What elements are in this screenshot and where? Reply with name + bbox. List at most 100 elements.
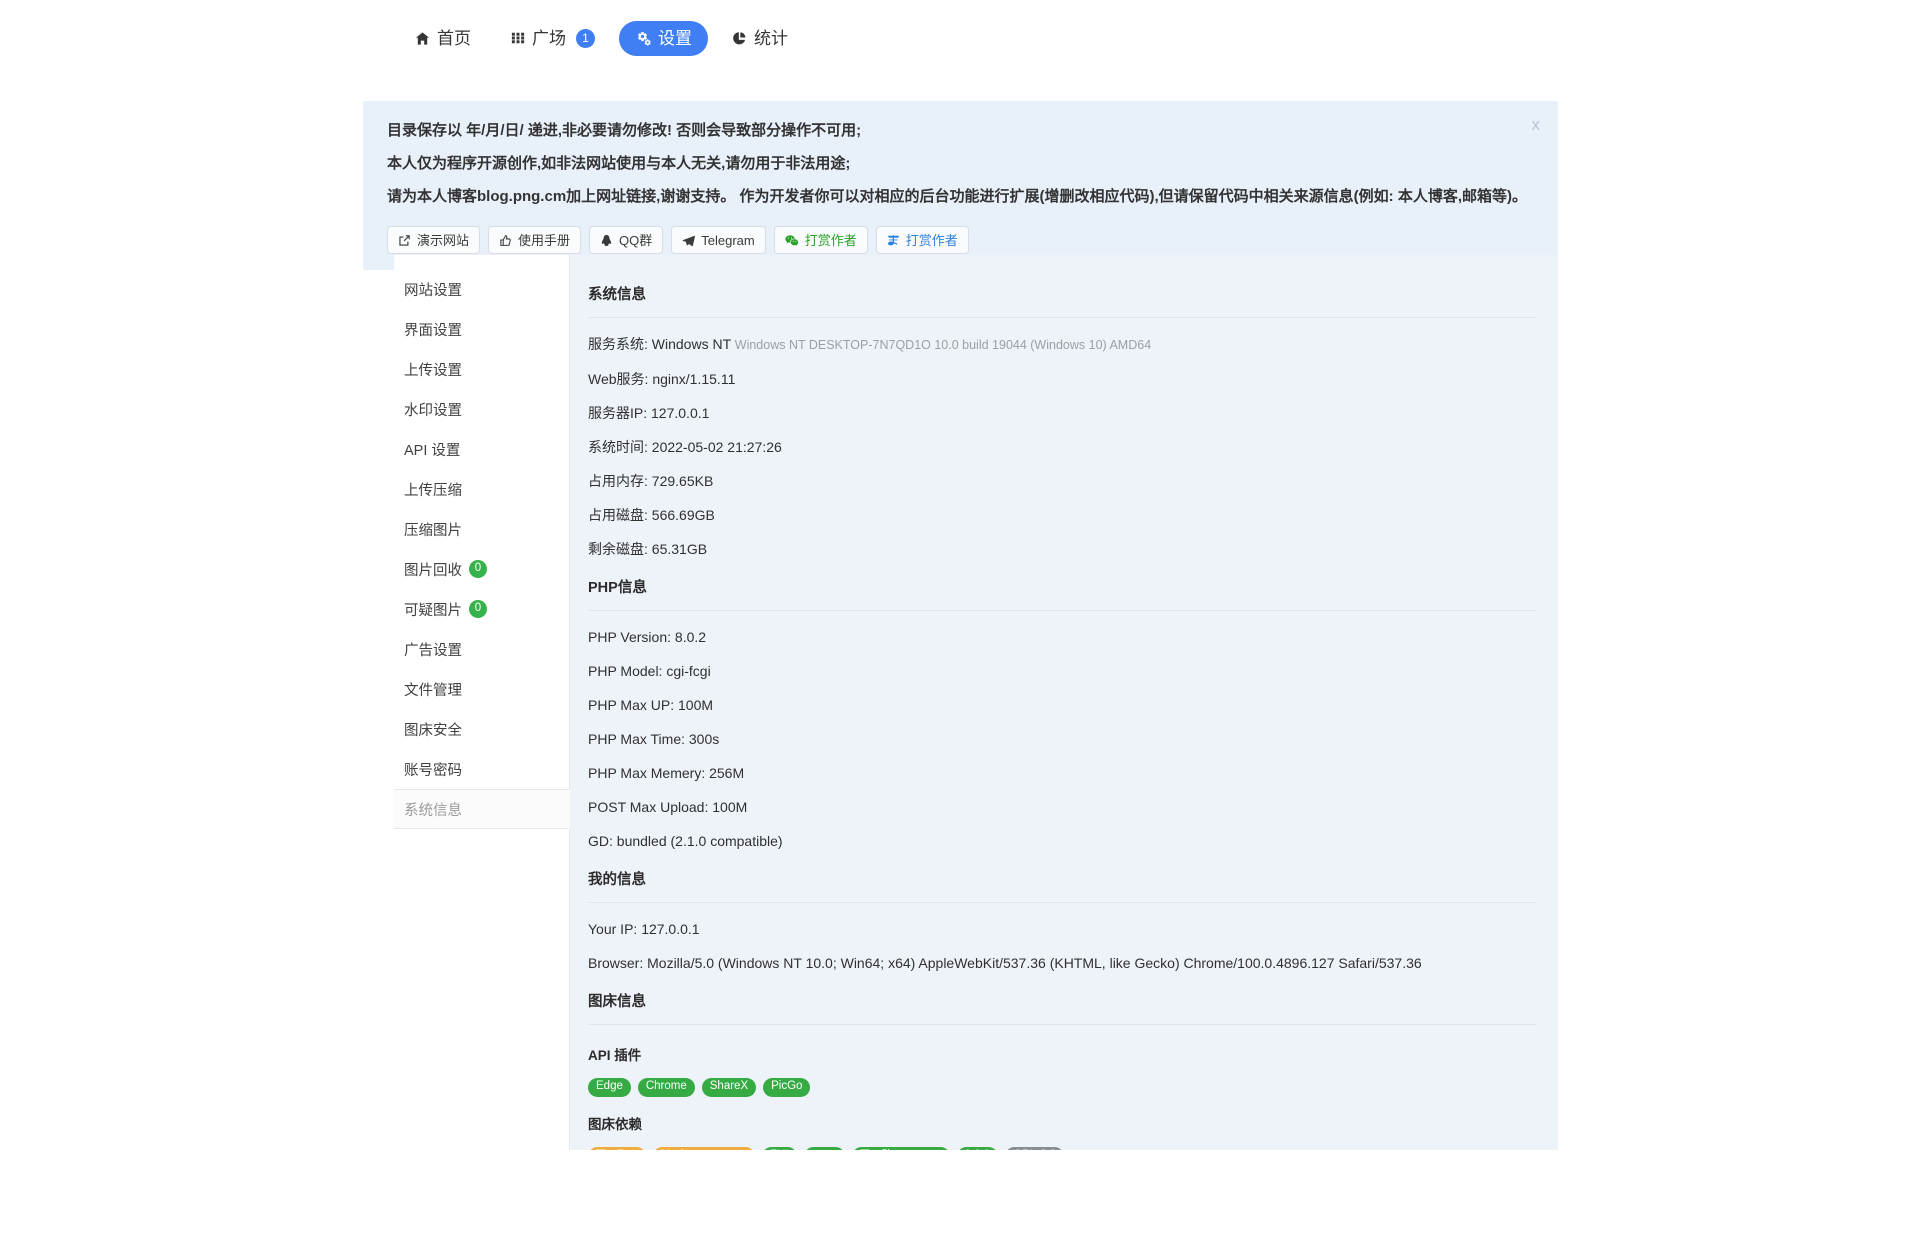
info-value: 566.69GB bbox=[651, 506, 715, 523]
notice-line-2: 本人仅为程序开源创作,如非法网站使用与本人无关,请勿用于非法用途; bbox=[387, 155, 851, 172]
tag-picgo[interactable]: PicGo bbox=[763, 1077, 811, 1097]
sidebar-item-label: 系统信息 bbox=[404, 802, 462, 819]
sidebar-item-label: 水印设置 bbox=[404, 402, 462, 419]
sidebar-item-gallery-security[interactable]: 图床安全 bbox=[394, 709, 569, 749]
nav-item-home[interactable]: 首页 bbox=[399, 21, 487, 56]
tag-edge[interactable]: Edge bbox=[588, 1077, 631, 1097]
home-icon bbox=[415, 31, 430, 46]
demo-site-button[interactable]: 演示网站 bbox=[387, 226, 481, 254]
info-label: POST Max Upload: bbox=[588, 798, 709, 815]
info-value: nginx/1.15.11 bbox=[652, 370, 736, 387]
qq-group-button[interactable]: QQ群 bbox=[589, 226, 664, 254]
nav-item-settings-label: 设置 bbox=[658, 28, 692, 48]
sidebar-item-badge: 0 bbox=[469, 600, 487, 618]
subtitle-dependencies: 图床依赖 bbox=[588, 1116, 642, 1132]
info-row-disk-free: 剩余磁盘: 65.31GB bbox=[588, 542, 1536, 556]
info-label: Web服务: bbox=[588, 370, 649, 387]
telegram-button[interactable]: Telegram bbox=[671, 226, 766, 254]
info-row-your-ip: Your IP: 127.0.0.1 bbox=[588, 922, 1536, 936]
section-title-php: PHP信息 bbox=[588, 576, 1536, 611]
manual-label: 使用手册 bbox=[518, 232, 571, 248]
tag-sharex[interactable]: ShareX bbox=[701, 1077, 757, 1097]
sidebar-item-label: 界面设置 bbox=[404, 322, 462, 339]
sidebar-item-image-recycle[interactable]: 图片回收 0 bbox=[394, 549, 569, 589]
settings-content: 系统信息 服务系统: Windows NT Windows NT DESKTOP… bbox=[570, 255, 1558, 1150]
info-row-php-model: PHP Model: cgi-fcgi bbox=[588, 664, 1536, 678]
sidebar-item-compress-image[interactable]: 压缩图片 bbox=[394, 509, 569, 549]
sidebar-item-system-info[interactable]: 系统信息 bbox=[394, 789, 570, 829]
nav-item-settings[interactable]: 设置 bbox=[619, 20, 708, 56]
nav-item-plaza[interactable]: 广场 1 bbox=[495, 20, 611, 57]
info-row-php-max-up: PHP Max UP: 100M bbox=[588, 698, 1536, 712]
info-value: 8.0.2 bbox=[674, 628, 707, 645]
grid-icon bbox=[511, 31, 525, 45]
manual-button[interactable]: 使用手册 bbox=[488, 226, 582, 254]
info-label: Browser: bbox=[588, 954, 644, 971]
tag-zui[interactable]: ZUI bbox=[762, 1146, 797, 1150]
tag-verot[interactable]: verot bbox=[803, 1146, 846, 1150]
info-value: Windows NT bbox=[651, 336, 731, 352]
donate-wechat-button[interactable]: 打赏作者 bbox=[773, 226, 868, 254]
info-row-system-time: 系统时间: 2022-05-02 21:27:26 bbox=[588, 440, 1536, 454]
nav-item-statistics[interactable]: 统计 bbox=[716, 21, 804, 56]
alipay-icon bbox=[887, 234, 900, 247]
section-title-system: 系统信息 bbox=[588, 283, 1536, 318]
sidebar-item-ui-settings[interactable]: 界面设置 bbox=[394, 309, 569, 349]
info-value: bundled (2.1.0 compatible) bbox=[616, 832, 783, 849]
app-root: 首页 广场 1 设置 统计 x 目录保存以 年/月/日/ 递进,非必要请勿修改!… bbox=[0, 0, 1920, 1254]
sidebar-item-ad-settings[interactable]: 广告设置 bbox=[394, 629, 569, 669]
qq-penguin-icon bbox=[600, 234, 613, 247]
info-label: 系统时间: bbox=[588, 438, 648, 455]
section-title-gallery: 图床信息 bbox=[588, 990, 1536, 1025]
sidebar-item-label: API 设置 bbox=[404, 442, 461, 459]
info-label: 服务器IP: bbox=[588, 404, 648, 421]
tag-chrome[interactable]: Chrome bbox=[637, 1077, 695, 1097]
info-label: GD: bbox=[588, 832, 613, 849]
info-label: PHP Max Memery: bbox=[588, 764, 706, 781]
tag-license[interactable]: GPL-2.0 bbox=[1005, 1146, 1064, 1150]
sidebar-item-upload-settings[interactable]: 上传设置 bbox=[394, 349, 569, 389]
donate-wechat-label: 打赏作者 bbox=[804, 232, 857, 248]
info-row-os: 服务系统: Windows NT Windows NT DESKTOP-7N7Q… bbox=[588, 337, 1536, 352]
sidebar-item-suspicious-images[interactable]: 可疑图片 0 bbox=[394, 589, 569, 629]
sidebar-item-label: 压缩图片 bbox=[404, 522, 462, 539]
info-value: 729.65KB bbox=[651, 472, 714, 489]
sidebar-item-label: 可疑图片 bbox=[404, 602, 462, 619]
close-icon[interactable]: x bbox=[1532, 116, 1541, 133]
sidebar-item-label: 图床安全 bbox=[404, 722, 462, 739]
sidebar-item-upload-compression[interactable]: 上传压缩 bbox=[394, 469, 569, 509]
sidebar-item-watermark-settings[interactable]: 水印设置 bbox=[394, 389, 569, 429]
tag-moderatecontent[interactable]: Moderatecontent bbox=[652, 1146, 756, 1150]
notice-line-3: 请为本人博客blog.png.cm加上网址链接,谢谢支持。 作为开发者你可以对相… bbox=[387, 188, 1527, 205]
tag-tinypng[interactable]: TinyPng bbox=[588, 1146, 646, 1150]
donate-alipay-button[interactable]: 打赏作者 bbox=[875, 226, 969, 254]
sidebar-item-label: 文件管理 bbox=[404, 682, 462, 699]
info-label: PHP Max Time: bbox=[588, 730, 685, 747]
sidebar-item-label: 图片回收 bbox=[404, 562, 462, 579]
info-row-webserver: Web服务: nginx/1.15.11 bbox=[588, 372, 1536, 386]
info-row-browser: Browser: Mozilla/5.0 (Windows NT 10.0; W… bbox=[588, 956, 1536, 970]
info-value: 100M bbox=[678, 696, 714, 713]
tag-tinyfilemanager[interactable]: Tinyfilemanager bbox=[852, 1146, 950, 1150]
sidebar-item-api-settings[interactable]: API 设置 bbox=[394, 429, 569, 469]
info-value: 65.31GB bbox=[651, 540, 708, 557]
sidebar-item-label: 上传压缩 bbox=[404, 482, 462, 499]
info-value: 256M bbox=[709, 764, 745, 781]
settings-gears-icon bbox=[635, 30, 651, 46]
demo-site-label: 演示网站 bbox=[417, 232, 470, 248]
pie-chart-icon bbox=[732, 31, 747, 46]
notice-line-1: 目录保存以 年/月/日/ 递进,非必要请勿修改! 否则会导致部分操作不可用; bbox=[387, 122, 862, 139]
info-label: PHP Model: bbox=[588, 662, 663, 679]
info-label: PHP Version: bbox=[588, 628, 672, 645]
telegram-plane-icon bbox=[682, 234, 696, 247]
info-value: cgi-fcgi bbox=[666, 662, 711, 679]
sidebar-item-site-settings[interactable]: 网站设置 bbox=[394, 269, 569, 309]
sidebar-item-label: 广告设置 bbox=[404, 642, 462, 659]
info-value: 300s bbox=[688, 730, 720, 747]
sidebar-item-account-password[interactable]: 账号密码 bbox=[394, 749, 569, 789]
external-link-icon bbox=[398, 234, 411, 247]
tag-version[interactable]: 2.6.0 bbox=[956, 1146, 999, 1150]
sidebar-item-file-manager[interactable]: 文件管理 bbox=[394, 669, 569, 709]
info-label: Your IP: bbox=[588, 920, 638, 937]
section-title-mine: 我的信息 bbox=[588, 868, 1536, 903]
